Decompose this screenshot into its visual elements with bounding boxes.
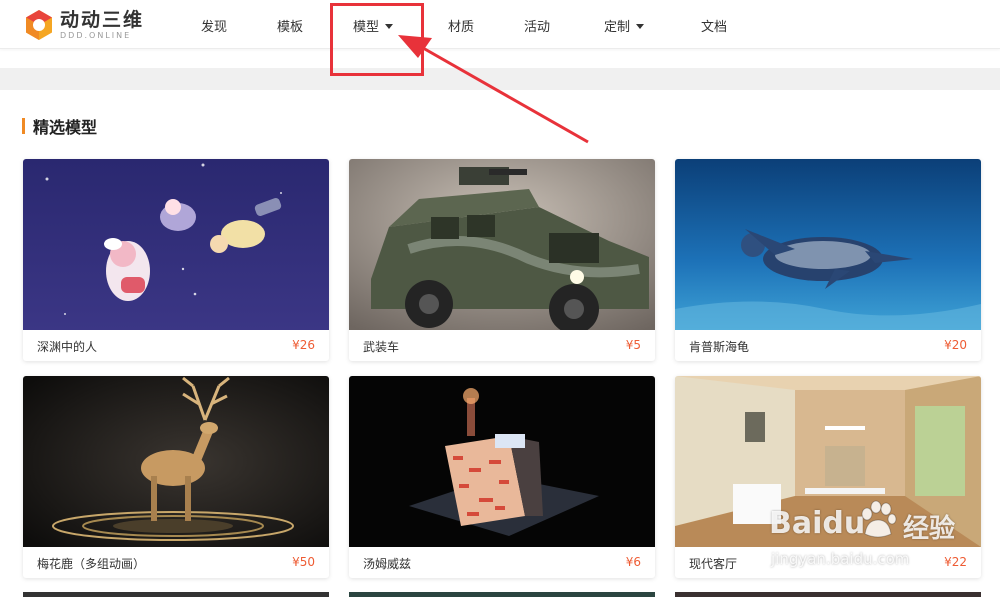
model-price: ¥5 [625, 338, 641, 352]
site-logo[interactable]: 动动三维 DDD.ONLINE [24, 8, 144, 42]
section-header: 精选模型 [22, 116, 98, 137]
nav-item-materials[interactable]: 材质 [448, 16, 474, 35]
model-card[interactable]: 汤姆威兹 ¥6 [349, 376, 655, 578]
model-thumbnail[interactable] [23, 159, 329, 330]
nav-item-discover[interactable]: 发现 [201, 16, 227, 35]
model-card-partial [675, 592, 981, 597]
nav-item-custom[interactable]: 定制 [604, 16, 645, 35]
model-price: ¥26 [292, 338, 315, 352]
section-accent-bar [22, 118, 25, 134]
model-card[interactable]: 现代客厅 ¥22 [675, 376, 981, 578]
model-name[interactable]: 梅花鹿（多组动画） [37, 555, 145, 572]
model-name[interactable]: 肯普斯海龟 [689, 338, 749, 355]
model-price: ¥22 [944, 555, 967, 569]
nav-item-events[interactable]: 活动 [524, 16, 550, 35]
model-card[interactable]: 深渊中的人 ¥26 [23, 159, 329, 361]
logo-title: 动动三维 [60, 8, 145, 31]
model-thumbnail[interactable] [349, 376, 655, 547]
annotation-highlight-box [330, 3, 424, 76]
top-header: 动动三维 DDD.ONLINE 发现 模板 模型 材质 活动 定制 文档 [0, 0, 1000, 49]
model-card[interactable]: 梅花鹿（多组动画） ¥50 [23, 376, 329, 578]
model-thumbnail[interactable] [675, 159, 981, 330]
model-thumbnail[interactable] [23, 376, 329, 547]
model-name[interactable]: 武装车 [363, 338, 399, 355]
model-price: ¥50 [292, 555, 315, 569]
model-price: ¥6 [625, 555, 641, 569]
model-thumbnail[interactable] [675, 376, 981, 547]
logo-subtitle: DDD.ONLINE [60, 30, 132, 40]
chevron-down-icon [636, 24, 645, 29]
logo-hexagon-icon [24, 9, 54, 41]
banner-strip [0, 68, 1000, 90]
model-name[interactable]: 深渊中的人 [37, 338, 97, 355]
model-name[interactable]: 现代客厅 [689, 555, 737, 572]
nav-item-templates[interactable]: 模板 [277, 16, 303, 35]
model-card-partial [349, 592, 655, 597]
model-name[interactable]: 汤姆威兹 [363, 555, 411, 572]
nav-item-docs[interactable]: 文档 [701, 16, 727, 35]
model-card-partial [23, 592, 329, 597]
model-thumbnail[interactable] [349, 159, 655, 330]
model-price: ¥20 [944, 338, 967, 352]
model-card[interactable]: 肯普斯海龟 ¥20 [675, 159, 981, 361]
model-card[interactable]: 武装车 ¥5 [349, 159, 655, 361]
section-title: 精选模型 [33, 118, 98, 137]
